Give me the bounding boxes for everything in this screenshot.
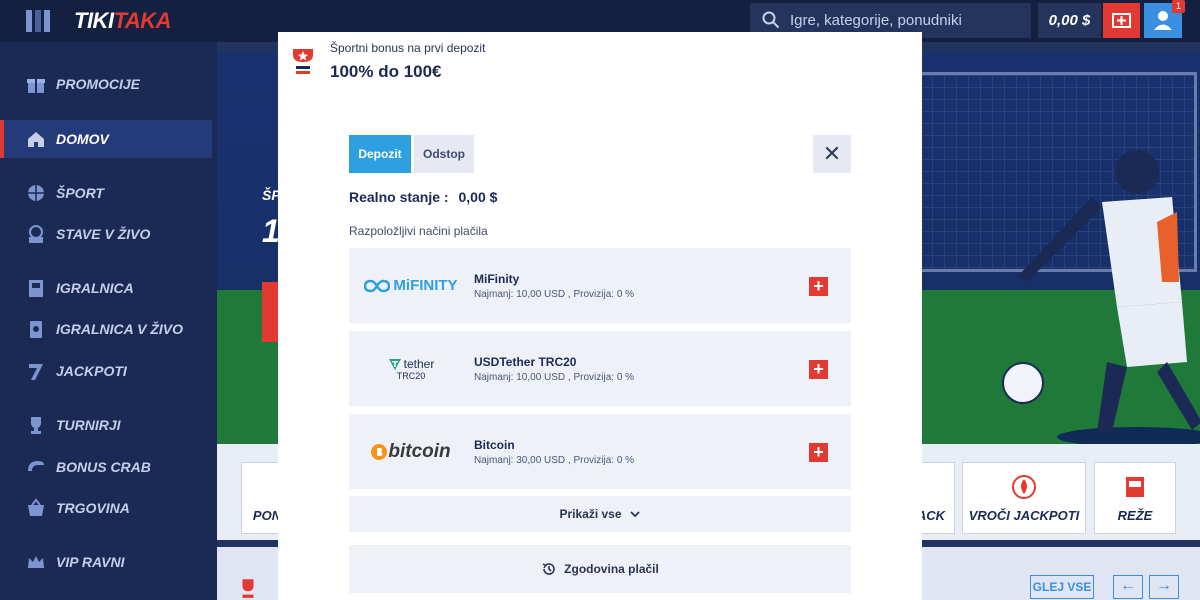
close-icon: ✕ (822, 141, 842, 166)
add-method-button[interactable]: + (809, 360, 828, 379)
shortcut-label: REŽE (1117, 508, 1153, 523)
see-all-button[interactable]: GLEJ VSE (1030, 575, 1094, 599)
tether-logo-sub: TRC20 (396, 370, 426, 381)
mifinity-logo: MiFINITY (349, 248, 473, 323)
sidebar-item-jackpoti[interactable]: JACKPOTI (0, 352, 212, 390)
shortcut-label: VROČI JACKPOTI (968, 508, 1080, 523)
sidebar: PROMOCIJE DOMOV ŠPORT STAVE V ŽIVO IGRAL… (0, 42, 217, 600)
method-name: USDTether TRC20 (474, 355, 577, 369)
tether-icon (388, 358, 401, 370)
sidebar-item-label: STAVE V ŽIVO (56, 226, 151, 242)
add-method-button[interactable]: + (809, 277, 828, 296)
crown-icon (25, 551, 47, 573)
sidebar-item-sport[interactable]: ŠPORT (0, 174, 212, 212)
sidebar-item-domov[interactable]: DOMOV (0, 120, 212, 158)
gift-icon (25, 73, 47, 95)
basket-icon (25, 497, 47, 519)
bonus-title: 100% do 100€ (330, 62, 442, 81)
sidebar-item-trgovina[interactable]: TRGOVINA (0, 489, 212, 527)
home-icon (25, 128, 47, 150)
method-meta: Najmanj: 10,00 USD , Provizija: 0 % (474, 372, 635, 383)
deposit-modal: Športni bonus na prvi depozit 100% do 10… (278, 32, 922, 600)
shortcut-reze[interactable]: REŽE (1094, 462, 1176, 534)
show-all-label: Prikaži vse (559, 507, 622, 521)
payment-method-bitcoin[interactable]: bitcoin Bitcoin Najmanj: 30,00 USD , Pro… (349, 414, 851, 489)
history-label: Zgodovina plačil (564, 562, 659, 576)
sidebar-item-label: PROMOCIJE (56, 76, 141, 92)
live-icon (25, 223, 47, 245)
sidebar-item-turnirji[interactable]: TURNIRJI (0, 406, 212, 444)
bonus-subtitle: Športni bonus na prvi depozit (330, 41, 486, 55)
sidebar-item-label: IGRALNICA V ŽIVO (56, 321, 184, 337)
payment-methods-label: Razpoložljivi načini plačila (349, 224, 488, 238)
history-icon (542, 563, 555, 575)
sidebar-item-label: JACKPOTI (56, 363, 127, 379)
menu-icon[interactable] (26, 10, 50, 32)
balance-label: Realno stanje : (349, 189, 449, 205)
slot-icon (1126, 477, 1144, 497)
player-illustration (1017, 150, 1200, 447)
method-name: MiFinity (474, 272, 520, 286)
close-button[interactable]: ✕ (813, 135, 851, 173)
sidebar-item-label: BONUS CRAB (56, 459, 151, 475)
shortcut-hot-jackpots[interactable]: VROČI JACKPOTI (962, 462, 1086, 534)
sidebar-item-vip-ravni[interactable]: VIP RAVNI (0, 543, 212, 581)
wallet-plus-icon (1112, 13, 1131, 28)
sidebar-item-igralnica-v-zivo[interactable]: IGRALNICA V ŽIVO (0, 310, 212, 348)
tab-depozit[interactable]: Depozit (349, 135, 411, 173)
balance-value: 0,00 $ (458, 189, 498, 205)
sidebar-item-bonus-crab[interactable]: BONUS CRAB (0, 448, 212, 486)
mifinity-logo-text: MiFINITY (393, 277, 458, 294)
seven-icon (25, 360, 47, 382)
payment-method-mifinity[interactable]: MiFINITY MiFinity Najmanj: 10,00 USD , P… (349, 248, 851, 323)
sidebar-item-promocije[interactable]: PROMOCIJE (0, 65, 212, 103)
shortcut-label: PON (252, 508, 282, 523)
show-all-button[interactable]: Prikaži vse (349, 496, 851, 532)
notification-badge: 1 (1172, 0, 1185, 13)
flame-icon (1012, 475, 1036, 499)
search-placeholder: Igre, kategorije, ponudniki (790, 12, 962, 29)
cashier-button[interactable] (1103, 3, 1140, 38)
ball-graphic (1002, 362, 1044, 404)
logo-text-part1: TIKI (74, 8, 114, 33)
sidebar-item-label: DOMOV (56, 131, 109, 147)
infinity-icon (364, 279, 391, 292)
sidebar-item-label: VIP RAVNI (56, 554, 125, 570)
sidebar-item-label: ŠPORT (56, 185, 104, 201)
bonus-medal-icon (293, 49, 313, 74)
logo-text-part2: TAKA (113, 8, 172, 33)
next-arrow-button[interactable]: → (1149, 575, 1179, 599)
prev-arrow-button[interactable]: ← (1113, 575, 1143, 599)
tab-odstop[interactable]: Odstop (414, 135, 474, 173)
logo[interactable]: TIKITAKA (74, 8, 172, 34)
tether-logo: tether TRC20 (349, 331, 473, 406)
bitcoin-icon (371, 443, 388, 460)
sidebar-item-label: TURNIRJI (56, 417, 121, 433)
payment-history-button[interactable]: Zgodovina plačil (349, 545, 851, 593)
sidebar-item-igralnica[interactable]: IGRALNICA (0, 269, 212, 307)
method-meta: Najmanj: 10,00 USD , Provizija: 0 % (474, 289, 635, 300)
cards-icon (25, 318, 47, 340)
real-balance: Realno stanje : 0,00 $ (349, 189, 497, 205)
method-name: Bitcoin (474, 438, 515, 452)
bitcoin-logo: bitcoin (349, 414, 473, 489)
search-icon (762, 11, 780, 29)
basketball-icon (25, 182, 47, 204)
method-meta: Najmanj: 30,00 USD , Provizija: 0 % (474, 455, 635, 466)
deposit-tabs: Depozit Odstop (349, 135, 474, 173)
sidebar-item-label: IGRALNICA (56, 280, 134, 296)
sidebar-item-stave-v-zivo[interactable]: STAVE V ŽIVO (0, 215, 212, 253)
tether-logo-text: tether (403, 356, 435, 371)
trophy-icon (25, 414, 47, 436)
trophy-icon (242, 579, 254, 598)
claw-icon (25, 456, 47, 478)
sidebar-item-label: TRGOVINA (56, 500, 130, 516)
header-balance[interactable]: 0,00 $ (1038, 3, 1101, 38)
bitcoin-logo-text: bitcoin (388, 440, 451, 462)
slot-machine-icon (25, 277, 47, 299)
add-method-button[interactable]: + (809, 443, 828, 462)
payment-method-usdtether[interactable]: tether TRC20 USDTether TRC20 Najmanj: 10… (349, 331, 851, 406)
chevron-down-icon (629, 511, 640, 518)
